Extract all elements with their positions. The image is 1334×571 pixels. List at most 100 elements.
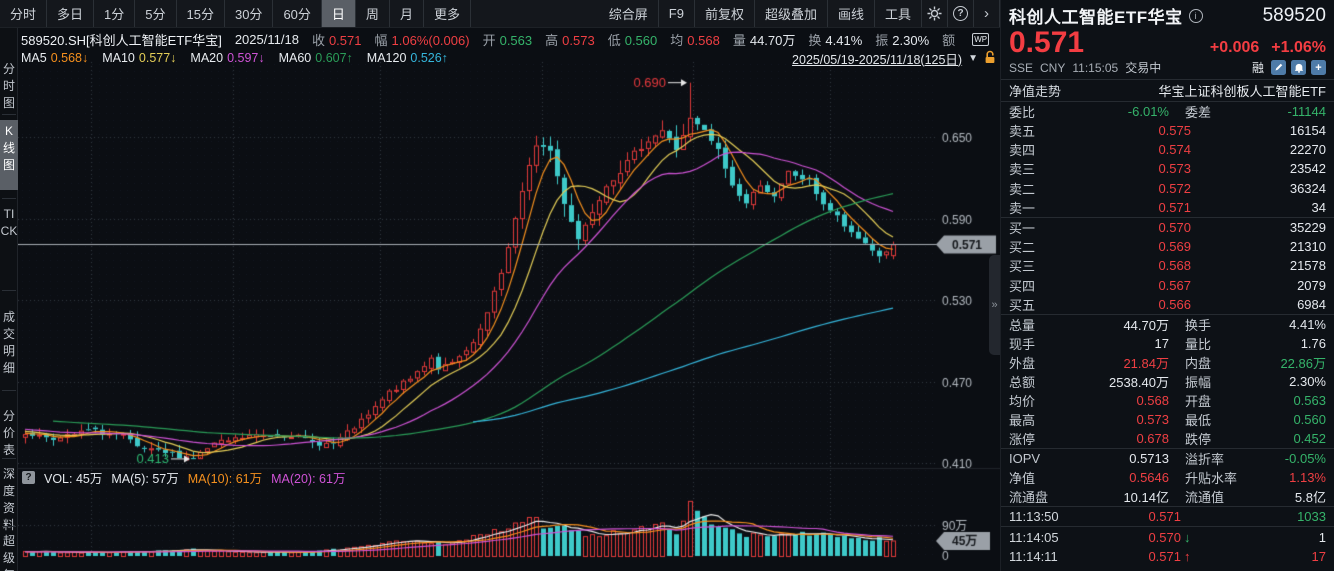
info-field-额: 额 xyxy=(942,30,959,49)
ask-row-2[interactable]: 卖二0.57236324 xyxy=(1001,179,1334,198)
info-icon[interactable]: i xyxy=(1189,9,1203,23)
tab-period-7[interactable]: 60分 xyxy=(273,0,321,27)
extra-row-0: IOPV0.5713溢折率-0.05% xyxy=(1001,449,1334,468)
trade-tick-row-2[interactable]: 11:14:050.570↓1 xyxy=(1001,527,1334,547)
tab-tool-4[interactable]: 超级叠加 xyxy=(755,0,828,27)
sidebar-item-7[interactable]: 超级复盘 xyxy=(0,533,18,571)
bid-row-1[interactable]: 买一0.57035229 xyxy=(1001,218,1334,237)
tick-time: 11:14:05 xyxy=(1009,530,1087,545)
vol-ma-item-0: VOL: 45万 xyxy=(44,468,102,487)
stat-value: 2.30% xyxy=(1239,374,1326,389)
bid-label: 买一 xyxy=(1009,218,1061,237)
ask-row-1[interactable]: 卖一0.57134 xyxy=(1001,198,1334,217)
info-field-label: 收 xyxy=(312,33,325,48)
ma-value: 0.577↓ xyxy=(139,51,177,65)
tab-period-4[interactable]: 5分 xyxy=(135,0,176,27)
stat-value: 5.8亿 xyxy=(1239,487,1326,506)
stat-label: 均价 xyxy=(1009,391,1061,410)
quote-time: 11:15:05 xyxy=(1072,61,1118,75)
info-field-label: 开 xyxy=(483,33,496,48)
chevron-right-icon[interactable]: › xyxy=(974,0,1000,27)
trade-tick-row-3[interactable]: 11:14:110.571↑17 xyxy=(1001,547,1334,567)
nav-trend-row[interactable]: 净值走势 华宝上证科创板人工智能ETF xyxy=(1001,80,1334,101)
tab-period-10[interactable]: 月 xyxy=(390,0,424,27)
stat-label: 流通盘 xyxy=(1009,487,1061,506)
tab-period-5[interactable]: 15分 xyxy=(177,0,225,27)
ma-value: 0.568↓ xyxy=(51,51,89,65)
tick-qty: 1 xyxy=(1197,530,1326,545)
sidebar-item-5[interactable]: 分价表 xyxy=(0,408,18,460)
ask-row-3[interactable]: 卖三0.57323542 xyxy=(1001,159,1334,178)
tab-tool-5[interactable]: 画线 xyxy=(828,0,875,27)
lock-icon[interactable] xyxy=(984,50,996,67)
gear-icon[interactable] xyxy=(922,0,948,27)
wp-icon[interactable]: WP xyxy=(972,33,989,46)
arrow-down-icon: ↓ xyxy=(1181,530,1197,545)
ask-row-5[interactable]: 卖五0.57516154 xyxy=(1001,121,1334,140)
tab-period-3[interactable]: 1分 xyxy=(94,0,135,27)
stock-code: 589520 xyxy=(1263,5,1326,27)
stat-value: -0.05% xyxy=(1239,451,1326,466)
edit-icon[interactable] xyxy=(1271,60,1286,75)
stat-value: 2538.40万 xyxy=(1061,372,1169,391)
ma-label: MA120 xyxy=(367,51,407,65)
help-icon[interactable]: ? xyxy=(948,0,974,27)
info-field-value: 1.06%(0.006) xyxy=(392,33,470,48)
sidebar-separator xyxy=(2,114,16,115)
chevron-glyph: › xyxy=(984,5,989,22)
tab-tool-3[interactable]: 前复权 xyxy=(695,0,755,27)
left-sidebar: 分时图K线图TICK成交明细分价表深度资料超级复盘 xyxy=(0,28,18,571)
tab-tool-6[interactable]: 工具 xyxy=(875,0,922,27)
stat-label: 开盘 xyxy=(1169,391,1239,410)
info-field-label: 额 xyxy=(942,33,955,48)
tab-period-8[interactable]: 日 xyxy=(322,0,356,27)
sidebar-item-2[interactable]: K线图 xyxy=(0,120,18,190)
collapse-panel-handle[interactable]: » xyxy=(989,255,1000,355)
ma-item-ma60: MA600.607↑ xyxy=(279,51,353,65)
fund-full-name: 华宝上证科创板人工智能ETF xyxy=(1158,81,1326,100)
tab-period-2[interactable]: 多日 xyxy=(47,0,94,27)
sidebar-separator xyxy=(2,290,16,291)
arrow-up-icon: ↑ xyxy=(1181,549,1197,564)
bid-label: 买五 xyxy=(1009,295,1061,314)
stat-label: 委比 xyxy=(1009,102,1061,121)
trade-tick-row-1[interactable]: 11:13:500.5711033 xyxy=(1001,507,1334,527)
chevron-down-icon[interactable]: ▼ xyxy=(968,53,978,64)
date-range-selector[interactable]: 2025/05/19-2025/11/18(125日) xyxy=(792,49,962,68)
info-field-收: 收0.571 xyxy=(312,30,362,49)
tab-period-9[interactable]: 周 xyxy=(356,0,390,27)
stock-name: 科创人工智能ETF华宝 xyxy=(1009,3,1183,28)
vol-ma-text: MA(5): 57万 xyxy=(111,472,178,486)
tool-tabs: 综合屏F9前复权超级叠加画线工具? › xyxy=(599,0,1000,27)
stat-label: 最低 xyxy=(1169,410,1239,429)
sidebar-item-3[interactable]: TICK xyxy=(0,206,18,278)
bid-row-5[interactable]: 买五0.5666984 xyxy=(1001,295,1334,314)
bid-row-2[interactable]: 买二0.56921310 xyxy=(1001,237,1334,256)
stat-label: 内盘 xyxy=(1169,353,1239,372)
kline-chart-area: MA50.568↓MA100.577↓MA200.597↓MA600.607↑M… xyxy=(18,50,1000,571)
stat-value: 0.452 xyxy=(1239,431,1326,446)
bid-row-4[interactable]: 买四0.5672079 xyxy=(1001,276,1334,295)
ask-row-4[interactable]: 卖四0.57422270 xyxy=(1001,140,1334,159)
bell-icon[interactable] xyxy=(1291,60,1306,75)
sidebar-item-4[interactable]: 成交明细 xyxy=(0,309,18,379)
tab-tool-2[interactable]: F9 xyxy=(659,0,695,27)
bid-price: 0.570 xyxy=(1061,220,1191,235)
tab-period-1[interactable]: 分时 xyxy=(0,0,47,27)
tab-period-11[interactable]: 更多 xyxy=(424,0,471,27)
help-icon[interactable]: ? xyxy=(22,471,35,484)
ask-label: 卖五 xyxy=(1009,121,1061,140)
kline-canvas[interactable] xyxy=(18,50,1000,571)
tab-period-6[interactable]: 30分 xyxy=(225,0,273,27)
stock-code-name[interactable]: 589520.SH[科创人工智能ETF华宝] xyxy=(21,30,222,49)
ask-label: 卖三 xyxy=(1009,159,1061,178)
add-icon[interactable]: + xyxy=(1311,60,1326,75)
stat-value: 1.76 xyxy=(1239,336,1326,351)
extra-row-2: 流通盘10.14亿流通值5.8亿 xyxy=(1001,487,1334,506)
bid-row-3[interactable]: 买三0.56821578 xyxy=(1001,256,1334,275)
tab-tool-1[interactable]: 综合屏 xyxy=(599,0,659,27)
tick-price: 0.571 xyxy=(1087,509,1181,524)
sidebar-item-1[interactable]: 分时图 xyxy=(0,61,18,113)
vol-ma-text: MA(20): 61万 xyxy=(271,472,345,486)
margin-badge: 融 xyxy=(1252,59,1264,76)
